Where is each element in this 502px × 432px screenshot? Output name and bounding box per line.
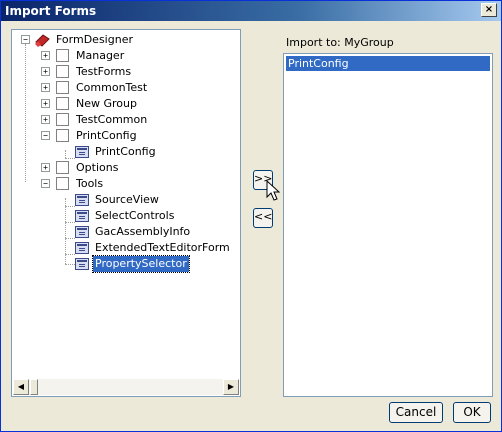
ok-button[interactable]: OK <box>453 402 491 423</box>
tree-form-sourceview[interactable]: SourceView <box>12 192 232 208</box>
tree-group-printconfig[interactable]: − PrintConfig <box>12 128 232 144</box>
tree-group-label: TestForms <box>76 65 132 78</box>
form-tree[interactable]: − FormDesigner + Manager + TestForms + C… <box>11 29 241 397</box>
tree-group-label: Tools <box>76 177 104 190</box>
collapse-icon[interactable]: − <box>21 35 30 44</box>
tree-form-label: SelectControls <box>95 209 175 222</box>
expand-icon[interactable]: + <box>41 67 50 76</box>
list-item[interactable]: PrintConfig <box>286 56 490 71</box>
import-list[interactable]: PrintConfig <box>283 53 493 397</box>
tree-form-label: GacAssemblyInfo <box>95 225 191 238</box>
collapse-icon[interactable]: − <box>41 131 50 140</box>
form-icon <box>75 242 89 254</box>
scroll-thumb[interactable] <box>30 379 38 395</box>
tree-form-label-selected: PropertySelector <box>92 255 190 273</box>
group-icon <box>56 81 69 94</box>
tree-form-label: PrintConfig <box>95 145 156 158</box>
title-bar[interactable]: Import Forms × <box>1 1 501 21</box>
tree-group-tools[interactable]: − Tools <box>12 176 232 192</box>
tree-form-label: ExtendedTextEditorForm <box>95 241 230 254</box>
scroll-right-icon[interactable]: ▶ <box>223 379 239 395</box>
tree-group-testforms[interactable]: + TestForms <box>12 64 232 80</box>
group-icon <box>56 65 69 78</box>
window-title: Import Forms <box>5 4 97 18</box>
tree-root-label: FormDesigner <box>56 33 133 46</box>
tree-form-printconfig[interactable]: PrintConfig <box>12 144 232 160</box>
form-icon <box>75 226 89 238</box>
tree-horizontal-scrollbar[interactable]: ◀ ▶ <box>13 379 239 395</box>
tree-group-options[interactable]: + Options <box>12 160 232 176</box>
group-icon <box>56 113 69 126</box>
group-icon <box>56 49 69 62</box>
import-forms-dialog: Import Forms × − FormDesigner + Manager <box>0 0 502 432</box>
tree-group-new-group[interactable]: + New Group <box>12 96 232 112</box>
expand-icon[interactable]: + <box>41 163 50 172</box>
import-target-label: Import to: MyGroup <box>286 36 394 49</box>
scroll-left-icon[interactable]: ◀ <box>13 379 29 395</box>
tree-group-manager[interactable]: + Manager <box>12 48 232 64</box>
cancel-button[interactable]: Cancel <box>389 402 443 423</box>
tree-group-commontest[interactable]: + CommonTest <box>12 80 232 96</box>
tree-form-label: SourceView <box>95 193 159 206</box>
form-icon <box>75 146 89 158</box>
form-designer-icon <box>35 34 50 47</box>
tree-form-gacassemblyinfo[interactable]: GacAssemblyInfo <box>12 224 232 240</box>
tree-form-extendedtexteditorform[interactable]: ExtendedTextEditorForm <box>12 240 232 256</box>
tree-group-label: TestCommon <box>76 113 148 126</box>
group-icon <box>56 129 69 142</box>
tree-group-label: CommonTest <box>76 81 148 94</box>
tree-form-selectcontrols[interactable]: SelectControls <box>12 208 232 224</box>
group-icon <box>56 177 69 190</box>
mouse-cursor-icon <box>266 180 281 201</box>
tree-group-label: Options <box>76 161 119 174</box>
tree-form-propertyselector[interactable]: PropertySelector <box>12 255 232 273</box>
tree-group-label: Manager <box>76 49 125 62</box>
group-icon <box>56 161 69 174</box>
expand-icon[interactable]: + <box>41 115 50 124</box>
collapse-icon[interactable]: − <box>41 179 50 188</box>
group-icon <box>56 97 69 110</box>
close-button[interactable]: × <box>481 3 497 17</box>
expand-icon[interactable]: + <box>41 99 50 108</box>
tree-group-label: New Group <box>76 97 137 110</box>
tree-group-label: PrintConfig <box>76 129 137 142</box>
form-icon <box>75 258 89 270</box>
tree-group-testcommon[interactable]: + TestCommon <box>12 112 232 128</box>
remove-from-group-button[interactable]: << <box>253 208 273 228</box>
expand-icon[interactable]: + <box>41 83 50 92</box>
tree-root[interactable]: − FormDesigner <box>12 32 232 48</box>
form-icon <box>75 210 89 222</box>
expand-icon[interactable]: + <box>41 51 50 60</box>
form-icon <box>75 194 89 206</box>
